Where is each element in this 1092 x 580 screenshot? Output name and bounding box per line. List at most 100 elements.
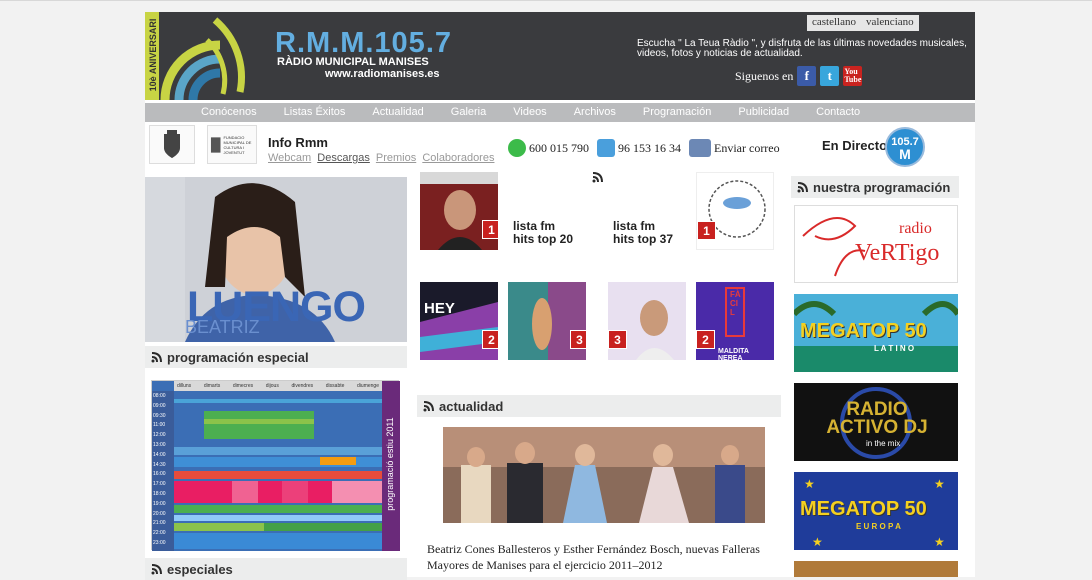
program-banner-5[interactable]	[794, 561, 958, 577]
hour-label: 09:30	[153, 412, 166, 419]
twitter-icon[interactable]: t	[820, 66, 840, 86]
album-cover-2[interactable]: 3	[508, 282, 586, 360]
hour-label: 17:00	[153, 481, 166, 488]
program-radio-vertigo[interactable]: radio VeRTigo	[794, 205, 958, 283]
hour-label: 14:00	[153, 451, 166, 458]
anniversary-label: 10è ANIVERSARI	[148, 18, 158, 92]
section-nuestra-programacion[interactable]: nuestra programación	[791, 176, 959, 198]
megatop-title: MEGATOP 50	[800, 320, 927, 342]
hour-label: 14:30	[153, 461, 166, 468]
program-radioactivo-dj[interactable]: RADIO ACTIVO DJ in the mix	[794, 383, 958, 461]
section-programacion-especial[interactable]: programación especial	[145, 346, 407, 368]
europa-label: E U R O P A	[856, 522, 901, 531]
album-cover-hey[interactable]: HEY 2	[420, 282, 498, 360]
chart-top20-cover[interactable]: 1	[420, 172, 498, 250]
nav-actualidad[interactable]: Actualidad	[372, 103, 423, 122]
nav-contacto[interactable]: Contacto	[816, 103, 860, 122]
youtube-icon[interactable]: You Tube	[843, 66, 863, 86]
phone-landline[interactable]: 96 153 16 34	[618, 141, 681, 156]
email-link[interactable]: Enviar correo	[714, 141, 780, 156]
album-title: HEY	[424, 300, 455, 317]
schedule-hours: 08:00 09:00 09:30 11:00 12:00 13:00 14:0…	[153, 392, 173, 549]
hour-label: 20:00	[153, 510, 166, 517]
day-dimarts: dimarts	[203, 383, 221, 389]
hero-banner[interactable]: LUENGO BEATRIZ	[145, 177, 407, 342]
link-descargas[interactable]: Descargas	[317, 152, 370, 164]
page-container: 10è ANIVERSARI R.M.M.105.7 RÀDIO MUNICIP…	[145, 12, 975, 580]
section-title: especiales	[167, 561, 233, 577]
link-colaboradores[interactable]: Colaboradores	[422, 152, 494, 164]
hour-label: 08:00	[153, 393, 166, 399]
hour-label: 12:00	[153, 432, 166, 439]
hour-label: 11:00	[153, 422, 166, 429]
day-dimecres: dimecres	[232, 383, 254, 389]
m-icon: M	[899, 146, 911, 162]
rss-icon	[151, 351, 162, 362]
info-links: Webcam Descargas Premios Colaboradores	[268, 152, 497, 164]
inthemix-label: in the mix	[866, 439, 901, 448]
schedule-side-label: programació estiu 2011	[385, 417, 395, 511]
section-title: programación especial	[167, 349, 309, 365]
chart-list-top37[interactable]: lista fm hits top 37	[613, 220, 673, 246]
follow-label: Siguenos en	[735, 68, 794, 83]
schedule-grid[interactable]: dilluns dimarts dimecres dijous divendre…	[151, 380, 400, 551]
nav-programacion[interactable]: Programación	[643, 103, 711, 122]
nav-archivos[interactable]: Archivos	[574, 103, 616, 122]
nav-listas-exitos[interactable]: Listas Éxitos	[284, 103, 346, 122]
album-artist: MALDITA NEREA	[718, 348, 749, 360]
rss-icon	[797, 181, 808, 192]
brand-url: www.radiomanises.es	[325, 68, 440, 80]
top-divider	[0, 0, 1092, 1]
rss-icon[interactable]	[592, 172, 603, 183]
mail-icon[interactable]	[689, 139, 711, 157]
site-header: 10è ANIVERSARI R.M.M.105.7 RÀDIO MUNICIP…	[145, 12, 975, 100]
info-bar: FUNDACIO MUNICIPAL DE CULTURA I JOVENTUT…	[145, 125, 975, 171]
schedule-chart	[152, 381, 400, 551]
day-dilluns: dilluns	[177, 383, 192, 389]
program-megatop-europa[interactable]: ★ ★ ★ ★ MEGATOP 50 E U R O P A	[794, 472, 958, 550]
latino-label: L A T I N O	[874, 344, 915, 353]
rank-badge: 1	[482, 220, 498, 239]
nav-galeria[interactable]: Galeria	[451, 103, 486, 122]
lang-castellano[interactable]: castellano	[807, 15, 861, 31]
link-premios[interactable]: Premios	[376, 152, 416, 164]
contact-row: 600 015 790 96 153 16 34 Enviar correo	[508, 139, 780, 157]
news-image	[443, 427, 765, 523]
live-badge[interactable]: 105.7 M	[885, 127, 925, 167]
svg-text:★: ★	[934, 477, 945, 491]
promo-text: Escucha " La Teua Ràdio ", y disfruta de…	[637, 38, 967, 59]
hour-label: 16:00	[153, 471, 166, 478]
album-cover-3[interactable]: 3	[608, 282, 686, 360]
megatop-title: MEGATOP 50	[800, 498, 927, 520]
facebook-icon[interactable]: f	[797, 66, 817, 86]
radio-waves-logo-icon[interactable]	[145, 12, 265, 100]
link-webcam[interactable]: Webcam	[268, 152, 311, 164]
rank-badge: 3	[608, 330, 627, 349]
section-title: nuestra programación	[813, 179, 951, 195]
phone-mobile[interactable]: 600 015 790	[529, 141, 589, 156]
day-dissabte: dissabte	[325, 383, 345, 389]
chart-list-top20[interactable]: lista fm hits top 20	[513, 220, 573, 246]
hour-label: 23:00	[153, 539, 166, 546]
svg-text:★: ★	[934, 535, 945, 549]
rank-badge: 3	[570, 330, 586, 349]
section-actualidad[interactable]: actualidad	[417, 395, 781, 417]
svg-text:★: ★	[812, 535, 823, 549]
hero-artist-first: BEATRIZ	[185, 317, 260, 337]
ajuntament-seal[interactable]	[149, 125, 195, 164]
phone-icon	[597, 139, 615, 157]
social-follow: Siguenos en f t You Tube	[735, 66, 863, 86]
nav-videos[interactable]: Videos	[513, 103, 546, 122]
brand-block[interactable]: R.M.M.105.7 RÀDIO MUNICIPAL MANISES www.…	[275, 29, 452, 81]
nav-publicidad[interactable]: Publicidad	[738, 103, 789, 122]
nav-conocenos[interactable]: Conócenos	[201, 103, 257, 122]
program-megatop-latino[interactable]: MEGATOP 50 L A T I N O	[794, 294, 958, 372]
album-cover-facil[interactable]: FÀCIL MALDITA NEREA 2	[696, 282, 774, 360]
live-label[interactable]: En Directo	[822, 138, 887, 153]
hour-label: 18:00	[153, 490, 166, 497]
lang-valenciano[interactable]: valenciano	[861, 15, 919, 31]
news-photo[interactable]	[443, 427, 765, 523]
fundacio-seal[interactable]: FUNDACIO MUNICIPAL DE CULTURA I JOVENTUT	[207, 125, 257, 164]
chart-top37-cover[interactable]: 1	[696, 172, 774, 250]
news-caption[interactable]: Beatriz Cones Ballesteros y Esther Ferná…	[427, 541, 767, 573]
